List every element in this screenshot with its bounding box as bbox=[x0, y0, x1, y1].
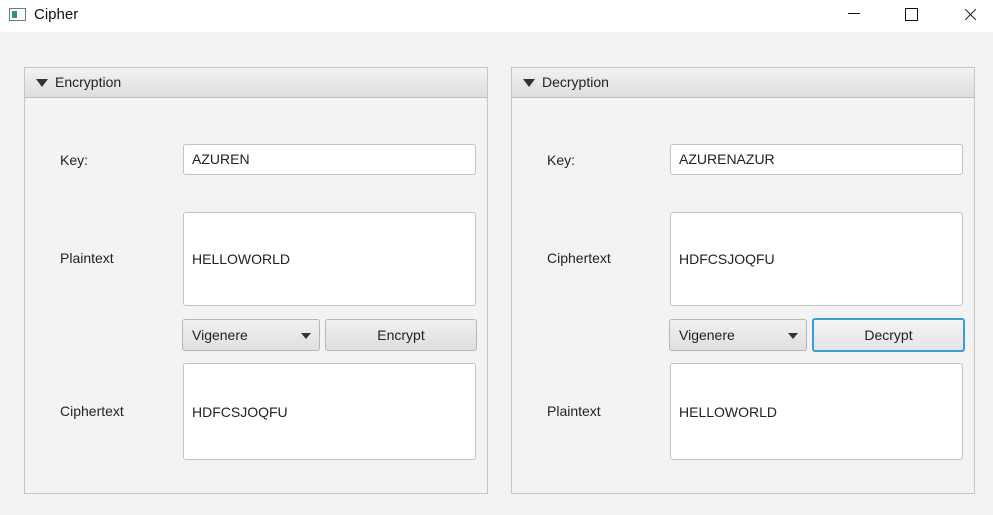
encryption-ciphertext-text: HDFCSJOQFU bbox=[192, 403, 288, 420]
decryption-pane: Decryption Key: AZURENAZUR Ciphertext HD… bbox=[511, 67, 975, 494]
decryption-ciphertext-input[interactable]: HDFCSJOQFU bbox=[670, 212, 963, 306]
decryption-plaintext-output[interactable]: HELLOWORLD bbox=[670, 363, 963, 460]
close-icon[interactable] bbox=[946, 0, 992, 32]
encryption-ciphertext-output[interactable]: HDFCSJOQFU bbox=[183, 363, 476, 460]
collapse-arrow-icon[interactable] bbox=[523, 79, 535, 87]
decryption-ciphertext-text: HDFCSJOQFU bbox=[679, 251, 775, 267]
encrypt-button[interactable]: Encrypt bbox=[325, 319, 477, 351]
encryption-pane: Encryption Key: AZUREN Plaintext HELLOWO… bbox=[24, 67, 488, 494]
collapse-arrow-icon[interactable] bbox=[36, 79, 48, 87]
maximize-icon[interactable] bbox=[887, 0, 933, 32]
encryption-pane-header[interactable]: Encryption bbox=[25, 68, 487, 98]
decryption-ciphertext-label: Ciphertext bbox=[547, 250, 611, 266]
decryption-plaintext-text: HELLOWORLD bbox=[679, 403, 778, 420]
app-icon bbox=[9, 8, 26, 21]
decryption-key-input[interactable]: AZURENAZUR bbox=[670, 144, 963, 175]
decryption-key-label: Key: bbox=[547, 152, 576, 168]
encryption-plaintext-label: Plaintext bbox=[60, 250, 114, 266]
decryption-cipher-select[interactable]: Vigenere bbox=[669, 319, 807, 351]
title-bar: Cipher bbox=[0, 0, 993, 32]
encryption-plaintext-input[interactable]: HELLOWORLD bbox=[183, 212, 476, 306]
encryption-ciphertext-label: Ciphertext bbox=[60, 403, 124, 419]
encryption-plaintext-text: HELLOWORLD bbox=[192, 251, 291, 267]
decryption-cipher-select-label: Vigenere bbox=[679, 327, 735, 343]
decryption-pane-header[interactable]: Decryption bbox=[512, 68, 974, 98]
encryption-key-input[interactable]: AZUREN bbox=[183, 144, 476, 175]
chevron-down-icon bbox=[301, 333, 311, 339]
chevron-down-icon bbox=[788, 333, 798, 339]
decrypt-button[interactable]: Decrypt bbox=[812, 318, 965, 352]
window-title: Cipher bbox=[34, 6, 79, 23]
decryption-plaintext-label: Plaintext bbox=[547, 403, 601, 419]
encryption-cipher-select[interactable]: Vigenere bbox=[182, 319, 320, 351]
encryption-key-label: Key: bbox=[60, 152, 89, 168]
encryption-cipher-select-label: Vigenere bbox=[192, 327, 248, 343]
minimize-icon[interactable] bbox=[830, 0, 876, 32]
encryption-pane-title: Encryption bbox=[55, 74, 122, 90]
decryption-pane-title: Decryption bbox=[542, 74, 609, 90]
